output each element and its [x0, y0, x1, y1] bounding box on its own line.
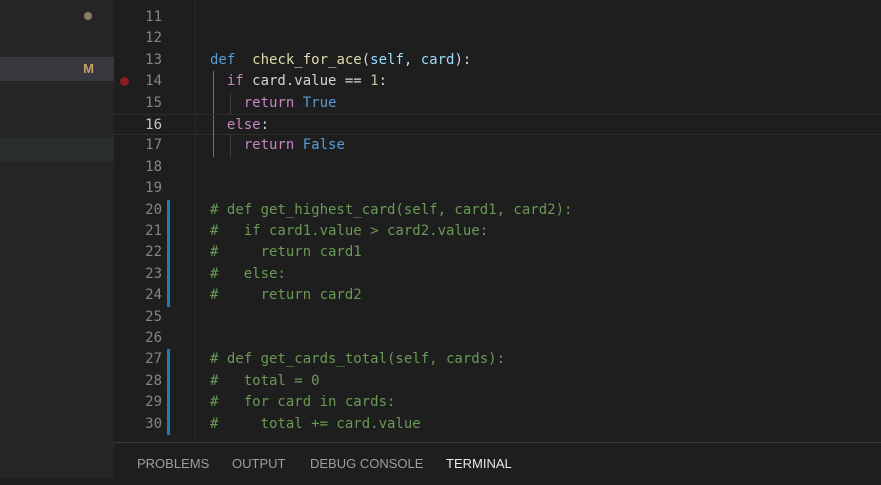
code-line[interactable]: 21 # if card1.value > card2.value:	[114, 221, 881, 243]
git-modified-badge: M	[83, 61, 94, 76]
code-text: # def get_highest_card(self, card1, card…	[210, 201, 573, 218]
panel-tab-terminal[interactable]: TERMINAL	[446, 443, 512, 479]
code-text: # return card1	[210, 244, 362, 261]
code-text: return True	[243, 94, 337, 111]
git-change-indicator[interactable]	[167, 221, 170, 243]
git-change-indicator[interactable]	[167, 242, 170, 264]
explorer-item-hover[interactable]	[0, 137, 114, 161]
code-text: # total = 0	[210, 372, 320, 389]
line-number: 24	[145, 287, 162, 304]
line-number: 16	[145, 117, 162, 133]
line-number: 17	[145, 137, 162, 154]
code-line[interactable]: 25	[114, 307, 881, 328]
code-line[interactable]: 13 def check_for_ace(self, card):	[114, 50, 881, 71]
panel-tab-output[interactable]: OUTPUT	[232, 443, 285, 479]
code-line[interactable]: 19	[114, 178, 881, 199]
git-change-indicator[interactable]	[167, 392, 170, 414]
code-text: # return card2	[210, 287, 362, 304]
code-line[interactable]: 17 return False	[114, 135, 881, 157]
code-line[interactable]: 23 # else:	[114, 263, 881, 286]
line-number: 11	[145, 9, 162, 25]
bottom-panel: PROBLEMS OUTPUT DEBUG CONSOLE TERMINAL	[114, 442, 881, 478]
code-line[interactable]: 24 # return card2	[114, 285, 881, 307]
code-text: # else:	[210, 265, 286, 282]
line-number: 20	[145, 201, 162, 218]
code-text: if card.value == 1:	[226, 73, 388, 90]
line-number: 29	[145, 394, 162, 411]
line-number: 25	[145, 308, 162, 325]
code-line[interactable]: 18	[114, 157, 881, 178]
line-number: 22	[145, 244, 162, 261]
code-text: else:	[226, 117, 270, 133]
code-line[interactable]: 29 # for card in cards:	[114, 392, 881, 414]
code-line[interactable]: 22 # return card1	[114, 242, 881, 264]
line-number: 28	[145, 372, 162, 389]
code-line[interactable]: 12	[114, 28, 881, 49]
git-change-indicator[interactable]	[167, 285, 170, 307]
line-number: 19	[145, 180, 162, 197]
panel-tab-problems[interactable]: PROBLEMS	[137, 443, 209, 479]
line-number: 18	[145, 158, 162, 175]
unsaved-dot-icon	[84, 12, 92, 20]
line-number: 23	[145, 265, 162, 282]
code-line[interactable]: 16 else:	[114, 114, 881, 137]
code-line[interactable]: 28 # total = 0	[114, 370, 881, 393]
line-number: 14	[145, 73, 162, 90]
code-line[interactable]: 15 return True	[114, 92, 881, 114]
code-text: # def get_cards_total(self, cards):	[210, 351, 506, 368]
line-number: 27	[145, 351, 162, 368]
line-number: 13	[145, 51, 162, 68]
git-change-indicator[interactable]	[167, 263, 170, 286]
code-text: return False	[243, 137, 345, 154]
panel-tab-debug-console[interactable]: DEBUG CONSOLE	[310, 443, 423, 479]
code-line[interactable]: 11	[114, 7, 881, 28]
git-change-indicator[interactable]	[167, 349, 170, 371]
code-line[interactable]: 30 # total += card.value	[114, 413, 881, 435]
code-text: # total += card.value	[210, 415, 421, 432]
git-change-indicator[interactable]	[167, 370, 170, 393]
line-number: 12	[145, 30, 162, 47]
code-line[interactable]: 14 if card.value == 1:	[114, 71, 881, 93]
code-text: def check_for_ace(self, card):	[210, 51, 472, 68]
line-number: 26	[145, 330, 162, 346]
git-change-indicator[interactable]	[167, 413, 170, 435]
code-line[interactable]: 27 # def get_cards_total(self, cards):	[114, 349, 881, 371]
code-editor[interactable]: 11 12 13 def check_for_ace(self, card): 14 i…	[114, 0, 881, 442]
code-line[interactable]: 20 # def get_highest_card(self, card1, ca…	[114, 199, 881, 221]
explorer-item-selected[interactable]: M	[0, 57, 114, 81]
line-number: 30	[145, 415, 162, 432]
line-number: 15	[145, 94, 162, 111]
explorer-sidebar: M	[0, 0, 114, 478]
code-text: # if card1.value > card2.value:	[210, 223, 489, 239]
code-line[interactable]: 26	[114, 328, 881, 349]
git-change-indicator[interactable]	[167, 199, 170, 221]
code-text: # for card in cards:	[210, 394, 396, 411]
line-number: 21	[145, 223, 162, 239]
